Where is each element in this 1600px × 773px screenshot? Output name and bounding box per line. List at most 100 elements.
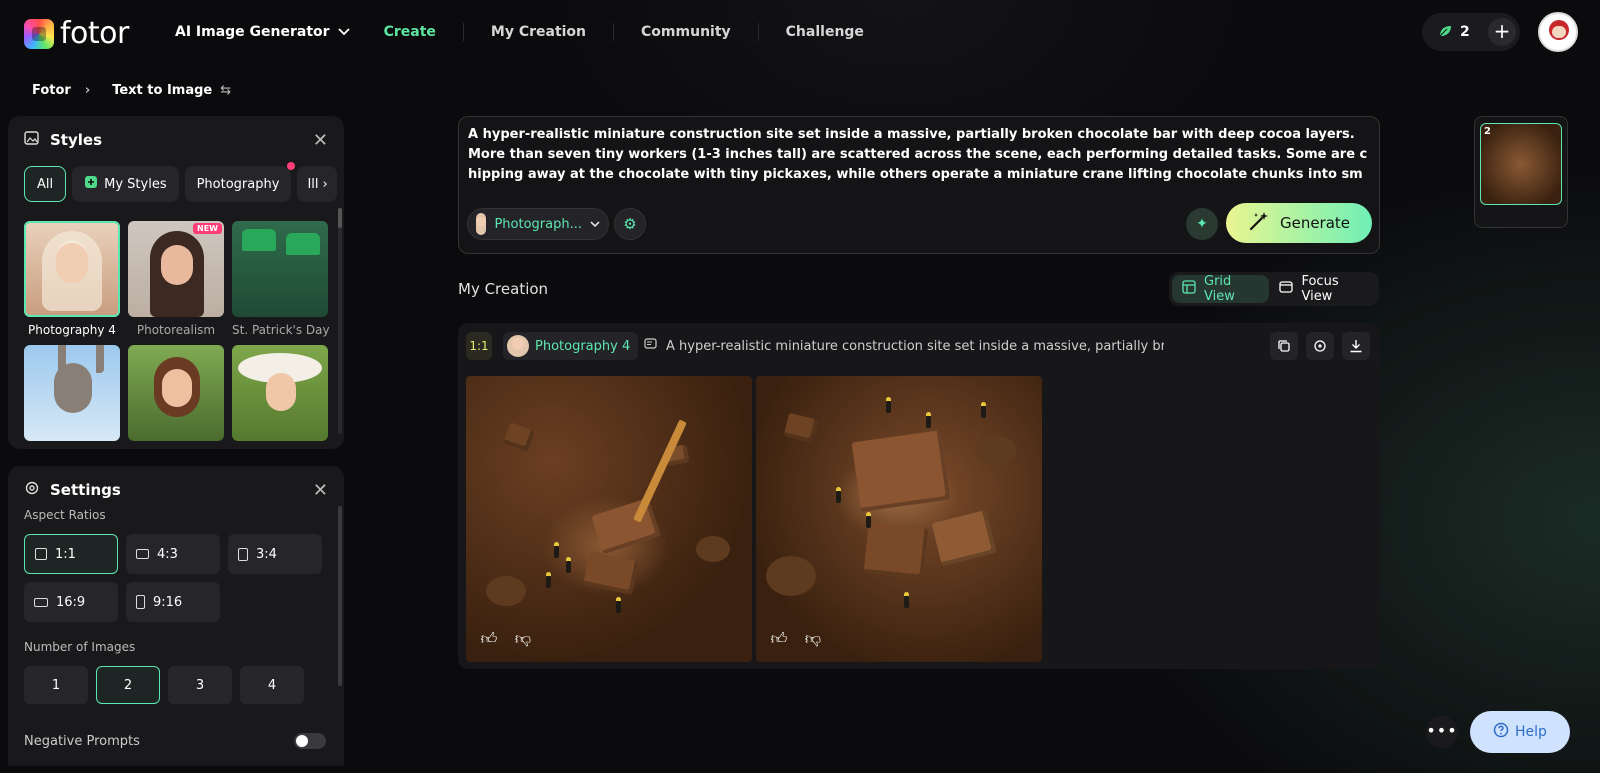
num-images-2[interactable]: 2	[96, 666, 160, 704]
settings-header: Settings	[24, 480, 121, 500]
chip-illustration[interactable]: Ill ›	[297, 166, 338, 202]
copy-icon[interactable]	[1270, 332, 1298, 360]
chip-all[interactable]: All	[24, 166, 67, 202]
breadcrumb-root[interactable]: Fotor	[32, 83, 71, 98]
square-icon	[35, 548, 47, 560]
ratio-16-9[interactable]: 16:9	[24, 582, 118, 622]
add-credits-button[interactable]: +	[1488, 18, 1516, 46]
user-avatar[interactable]	[1538, 12, 1578, 52]
ratio-4-3[interactable]: 4:3	[126, 534, 220, 574]
style-grid: Photography 4 NEW Photorealism St. Patri…	[24, 221, 330, 441]
fotor-logo[interactable]: fotor	[24, 16, 129, 51]
chevron-right-icon: ›	[84, 83, 91, 98]
sparkle-icon[interactable]: ✦	[1186, 208, 1218, 240]
style-card-photorealism[interactable]: NEW Photorealism	[128, 221, 224, 337]
thumbs-up-icon[interactable]: 👍︎	[766, 626, 792, 652]
negative-prompts-toggle[interactable]	[294, 733, 326, 749]
nav-challenge[interactable]: Challenge	[757, 23, 891, 41]
grid-icon	[1182, 280, 1196, 298]
style-thumbnail	[24, 221, 120, 317]
styles-scrollbar[interactable]	[338, 208, 342, 434]
style-card-st-patricks-day[interactable]: St. Patrick's Day	[232, 221, 330, 337]
focus-icon	[1279, 280, 1294, 298]
history-thumbnail[interactable]	[1480, 123, 1562, 205]
more-options-button[interactable]: •••	[1426, 716, 1458, 748]
portrait-icon	[238, 547, 248, 561]
chip-label: Photography	[196, 176, 280, 192]
chocolate-chunk	[783, 412, 819, 444]
chip-label: Ill	[307, 176, 319, 192]
tall-icon	[136, 595, 145, 609]
num-images-4[interactable]: 4	[240, 666, 304, 704]
swap-icon[interactable]: ⇆	[220, 83, 231, 98]
question-icon	[1493, 722, 1509, 742]
style-thumbnail	[24, 345, 120, 441]
breadcrumb-current[interactable]: Text to Image	[112, 83, 212, 98]
nav-community[interactable]: Community	[613, 23, 758, 41]
landscape-icon	[136, 549, 149, 559]
ratio-3-4[interactable]: 3:4	[228, 534, 322, 574]
chevron-right-icon: ›	[322, 176, 328, 192]
leaf-icon	[1438, 23, 1452, 42]
regenerate-icon[interactable]	[1306, 332, 1334, 360]
prompt-input[interactable]: A hyper-realistic miniature construction…	[468, 125, 1370, 185]
thumbs-up-icon[interactable]: 👍︎	[476, 626, 502, 652]
chip-label: My Styles	[104, 176, 167, 192]
credits-count: 2	[1460, 24, 1470, 40]
result-style-tag[interactable]: Photography 4	[503, 332, 639, 360]
result-ratio-badge: 1:1	[466, 332, 492, 360]
generated-image-2[interactable]: 👍︎ 👎︎	[756, 376, 1042, 662]
breadcrumb: Fotor › Text to Image ⇆	[32, 83, 231, 98]
ai-image-generator-dropdown[interactable]: AI Image Generator	[175, 24, 350, 40]
ratio-9-16[interactable]: 9:16	[126, 582, 220, 622]
rating-controls: 👍︎ 👎︎	[476, 626, 536, 652]
focus-view-button[interactable]: Focus View	[1269, 274, 1376, 304]
result-style-label: Photography 4	[535, 338, 631, 354]
style-card-portrait[interactable]	[128, 345, 224, 441]
settings-scrollbar[interactable]	[338, 506, 342, 686]
crumble	[766, 556, 816, 596]
style-filter-chips: All My Styles Photography Ill ›	[24, 162, 338, 202]
worker-figure	[546, 572, 551, 588]
download-icon[interactable]	[1342, 332, 1370, 360]
history-panel: 2	[1474, 116, 1568, 228]
nav-my-creation[interactable]: My Creation	[462, 23, 613, 41]
style-selector[interactable]: Photograph...	[467, 208, 609, 240]
scrollbar-thumb[interactable]	[338, 208, 342, 228]
help-button[interactable]: Help	[1470, 711, 1570, 753]
number-of-images-label: Number of Images	[24, 640, 136, 654]
focus-view-label: Focus View	[1301, 274, 1339, 304]
num-images-1[interactable]: 1	[24, 666, 88, 704]
worker-figure	[926, 412, 931, 428]
style-card-bunny[interactable]	[24, 345, 120, 441]
chip-photography[interactable]: Photography	[184, 162, 296, 202]
grid-view-button[interactable]: Grid View	[1172, 274, 1270, 304]
advanced-settings-icon[interactable]: ⚙	[614, 208, 646, 240]
thumbs-down-icon[interactable]: 👎︎	[800, 626, 826, 652]
generated-image-1[interactable]: 👍︎ 👎︎	[466, 376, 752, 662]
ratio-1-1[interactable]: 1:1	[24, 534, 118, 574]
num-images-3[interactable]: 3	[168, 666, 232, 704]
ratio-label: 1:1	[55, 546, 76, 562]
generate-button[interactable]: Generate	[1226, 203, 1372, 243]
chip-my-styles[interactable]: My Styles	[72, 166, 179, 202]
chocolate-chunk	[503, 422, 535, 452]
scrollbar-thumb[interactable]	[338, 506, 342, 686]
worker-figure	[904, 592, 909, 608]
worker-figure	[566, 557, 571, 573]
chocolate-chunk	[851, 430, 951, 512]
thumbs-down-icon[interactable]: 👎︎	[510, 626, 536, 652]
worker-figure	[616, 597, 621, 613]
result-prompt[interactable]: A hyper-realistic miniature construction…	[644, 332, 1164, 360]
brand-name: fotor	[60, 16, 129, 51]
main-nav: AI Image Generator Create My Creation Co…	[175, 0, 891, 64]
rating-controls: 👍︎ 👎︎	[766, 626, 826, 652]
number-of-images-options: 1 2 3 4	[24, 666, 304, 704]
nav-create[interactable]: Create	[384, 23, 463, 41]
prompt-icon	[644, 337, 658, 355]
close-icon[interactable]: ✕	[313, 130, 328, 151]
style-card-photography-4[interactable]: Photography 4	[24, 221, 120, 337]
styles-header: Styles	[24, 130, 102, 150]
close-icon[interactable]: ✕	[313, 480, 328, 501]
style-card-vintage[interactable]	[232, 345, 328, 441]
